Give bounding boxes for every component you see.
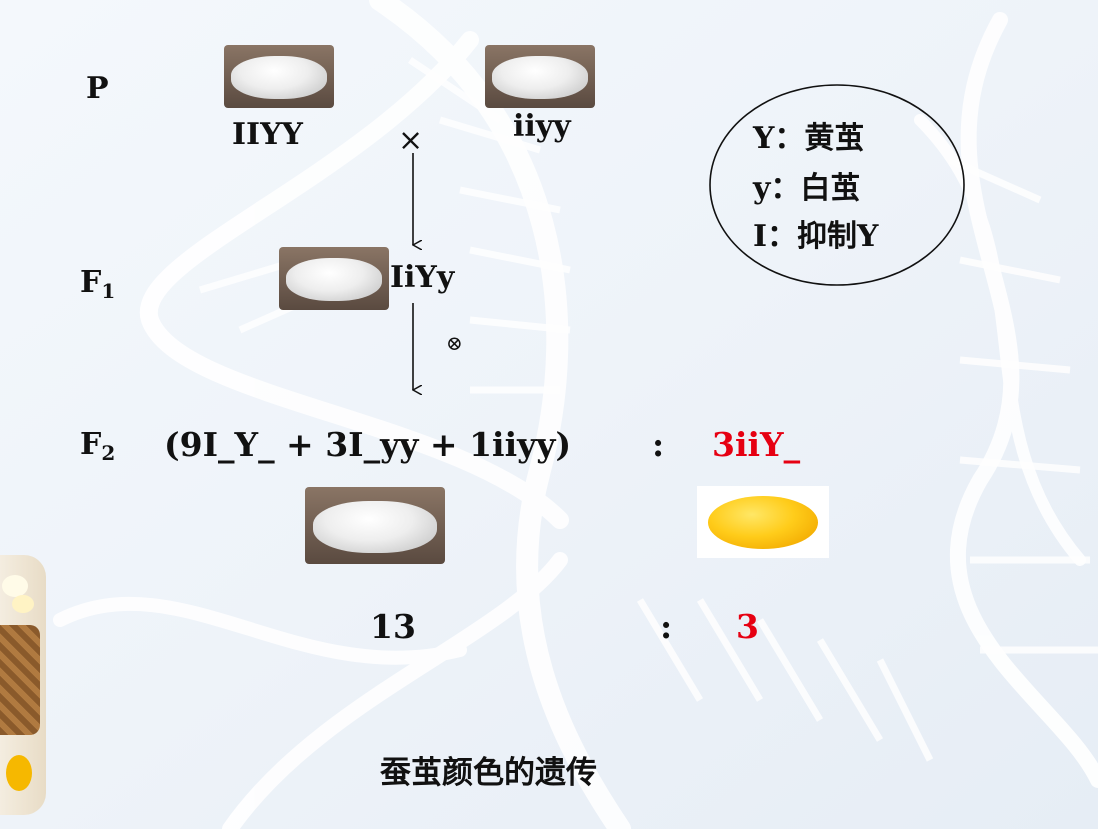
white-cocoon-photo	[224, 45, 334, 108]
generation-label-f2: F2	[80, 427, 116, 465]
white-cocoon-photo	[485, 45, 595, 108]
parent-genotype-left: IIYY	[232, 117, 303, 152]
ratio-colon: :	[660, 607, 673, 646]
generation-label-p: P	[86, 71, 109, 106]
f2-colon: :	[652, 425, 665, 464]
f1-base: F	[80, 265, 102, 300]
f2-white-genotypes: (9I_Y_ + 3I_yy + 1iiyy)	[164, 425, 572, 464]
f1-subscript: 1	[101, 279, 116, 303]
parent-genotype-right: iiyy	[513, 109, 571, 144]
self-cross-symbol: ⊗	[446, 331, 463, 355]
f2-subscript: 2	[101, 441, 116, 465]
legend-line-inhibitor: I：抑制Y	[753, 219, 879, 254]
cocoon-basket-photo	[0, 555, 46, 815]
generation-label-f1: F1	[80, 265, 116, 303]
slide-caption: 蚕茧颜色的遗传	[380, 755, 597, 791]
ratio-yellow: 3	[736, 607, 759, 646]
legend-line-yellow: Y：黄茧	[753, 121, 865, 156]
f2-base: F	[80, 427, 102, 462]
white-cocoon-ball	[2, 575, 28, 597]
legend-line-white: y：白茧	[753, 171, 861, 206]
white-cocoon-photo	[279, 247, 389, 310]
ratio-white: 13	[370, 607, 416, 646]
yellow-cocoon-ball	[6, 755, 32, 791]
cross-symbol: ×	[398, 123, 424, 158]
white-cocoon-photo	[305, 487, 445, 564]
f2-yellow-genotype: 3iiY_	[712, 425, 801, 464]
white-cocoon-ball	[12, 595, 34, 613]
f1-genotype: IiYy	[390, 260, 455, 295]
basket-weave	[0, 625, 40, 735]
yellow-cocoon-photo	[697, 486, 829, 558]
